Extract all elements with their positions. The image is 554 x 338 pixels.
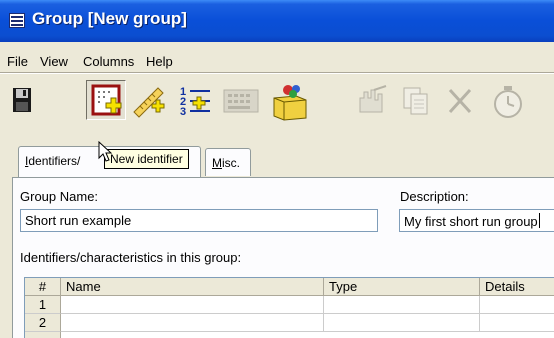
table-cell[interactable] — [480, 296, 554, 314]
new-characteristic-button[interactable] — [130, 82, 170, 118]
edit-button[interactable] — [352, 82, 392, 118]
save-button[interactable] — [4, 82, 40, 118]
grid-app-icon — [9, 13, 25, 28]
description-value: My first short run group — [404, 214, 538, 229]
package-button[interactable] — [268, 82, 312, 121]
tab-misc-mnemonic: M — [212, 156, 222, 170]
description-field[interactable]: My first short run group — [399, 209, 554, 232]
toolbar: 1 2 3 — [0, 74, 554, 136]
table-cell[interactable] — [61, 314, 324, 332]
menu-view[interactable]: View — [40, 54, 68, 69]
numbered-list-icon: 1 2 3 — [180, 86, 210, 118]
grid-label: Identifiers/characteristics in this grou… — [20, 250, 242, 265]
column-header-name[interactable]: Name — [61, 278, 324, 296]
title-bar[interactable]: Group [New group] — [0, 0, 554, 42]
row-number-1: 1 — [25, 296, 61, 314]
group-name-field[interactable]: Short run example — [20, 209, 378, 232]
new-characteristic-icon — [133, 87, 165, 118]
keypad-icon — [223, 89, 259, 113]
window-title: Group [New group] — [32, 9, 187, 28]
tab-misc[interactable]: Misc. — [205, 148, 251, 176]
column-header-number[interactable]: # — [25, 278, 61, 296]
delete-icon — [448, 88, 472, 114]
menu-help[interactable]: Help — [146, 54, 173, 69]
svg-text:3: 3 — [180, 106, 186, 118]
table-cell[interactable] — [324, 314, 480, 332]
column-header-type[interactable]: Type — [324, 278, 480, 296]
row-number-3 — [25, 332, 61, 338]
table-cell[interactable] — [480, 314, 554, 332]
group-name-label: Group Name: — [20, 189, 99, 204]
menu-bar: File View Columns Help — [0, 42, 554, 72]
description-label: Description: — [400, 189, 469, 204]
menu-file[interactable]: File — [7, 54, 28, 69]
new-identifier-tooltip: New identifier — [104, 149, 189, 169]
new-identifier-button[interactable] — [86, 80, 126, 120]
package-icon — [273, 85, 307, 121]
timer-icon — [494, 86, 522, 118]
row-number-2: 2 — [25, 314, 61, 332]
table-cell[interactable] — [324, 296, 480, 314]
numbered-list-button[interactable]: 1 2 3 — [176, 82, 216, 118]
new-identifier-icon — [91, 84, 122, 116]
group-window: Group [New group] File View Columns Help — [0, 0, 554, 338]
menu-columns[interactable]: Columns — [83, 54, 134, 69]
tab-identifiers-label: dentifiers/ — [28, 154, 81, 168]
delete-button[interactable] — [440, 82, 480, 118]
keypad-button[interactable] — [220, 82, 262, 118]
timer-button[interactable] — [484, 82, 528, 118]
mouse-pointer-icon — [98, 141, 112, 162]
column-header-details[interactable]: Details — [480, 278, 554, 296]
copy-button[interactable] — [396, 82, 436, 118]
identifiers-grid[interactable]: # Name Type Details 1 2 — [24, 277, 554, 338]
tab-misc-label: isc. — [222, 156, 240, 170]
save-icon — [13, 88, 31, 112]
group-name-value: Short run example — [25, 213, 132, 228]
table-cell[interactable] — [61, 296, 324, 314]
copy-icon — [403, 87, 428, 115]
text-caret — [538, 213, 540, 228]
edit-hand-icon — [359, 85, 387, 113]
